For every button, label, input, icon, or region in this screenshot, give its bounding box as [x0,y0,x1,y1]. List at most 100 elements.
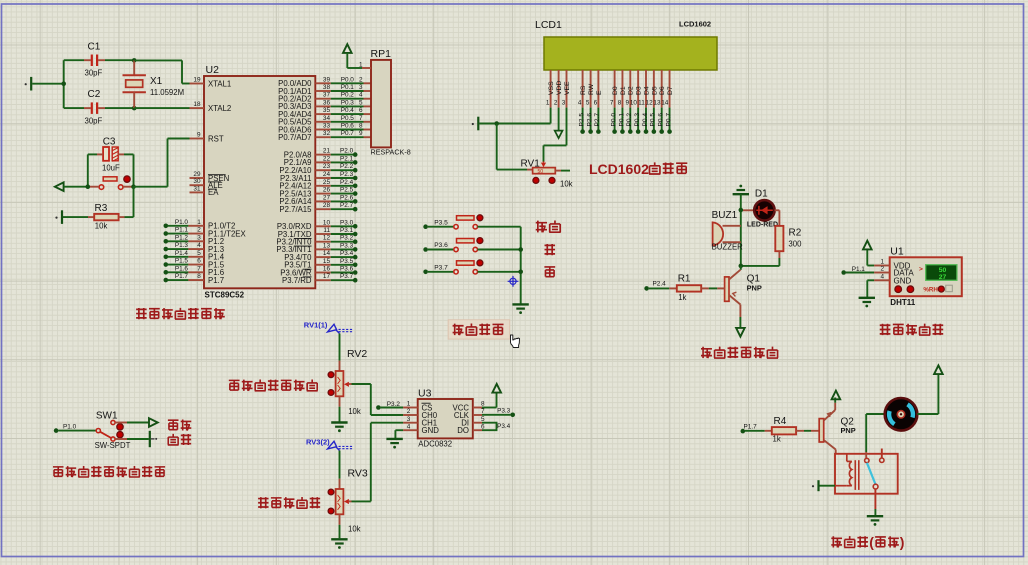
svg-text:X1: X1 [150,76,163,87]
svg-text:3: 3 [359,84,363,91]
svg-text:PNP: PNP [841,426,856,435]
svg-text:14: 14 [323,250,331,257]
svg-text:P3.6: P3.6 [434,242,448,249]
svg-text:ADC0832: ADC0832 [418,440,452,449]
svg-text:6: 6 [197,258,201,265]
svg-text:7: 7 [610,100,614,107]
svg-text:VDD: VDD [556,81,563,95]
svg-text:18: 18 [193,101,201,108]
svg-text:RV3(2): RV3(2) [306,438,330,447]
svg-text:P0.3: P0.3 [341,99,355,106]
svg-text:DHT11: DHT11 [890,298,915,307]
svg-text:P0.0: P0.0 [341,76,355,83]
svg-text:(: ( [869,534,874,550]
svg-text:P3.5: P3.5 [340,258,354,265]
svg-text:9: 9 [359,130,363,137]
svg-text:P2.0: P2.0 [340,148,354,155]
svg-text:4: 4 [197,242,201,249]
svg-text:11: 11 [638,100,645,107]
svg-text:RV1(1): RV1(1) [304,321,328,330]
svg-text:5: 5 [197,250,201,257]
svg-text:U2: U2 [206,64,220,76]
svg-text:D7: D7 [667,86,674,95]
svg-text:3: 3 [197,234,201,241]
svg-text:2: 2 [880,266,884,273]
svg-text:SW-SPDT: SW-SPDT [95,441,131,450]
svg-text:P3.2: P3.2 [340,235,354,242]
svg-text:P1.7: P1.7 [175,273,189,280]
svg-text:RV3: RV3 [348,468,368,480]
svg-text:27: 27 [323,194,331,201]
svg-text:P2.7: P2.7 [340,202,354,209]
svg-text:10: 10 [630,100,638,107]
svg-text:36: 36 [323,99,331,106]
svg-text:P3.1: P3.1 [340,227,354,234]
svg-text:P2.7: P2.7 [594,113,601,127]
svg-text:30pF: 30pF [85,69,103,78]
svg-text:30: 30 [193,178,201,185]
svg-text:1: 1 [880,259,884,266]
svg-text:37: 37 [323,92,331,99]
svg-text:13: 13 [653,100,661,107]
svg-text:U3: U3 [418,388,432,400]
svg-text:13: 13 [323,242,331,249]
svg-text:VEE: VEE [564,81,571,95]
svg-text:P0.5: P0.5 [341,115,355,122]
svg-text:2: 2 [407,408,411,415]
svg-text:D0: D0 [612,86,619,95]
svg-text:4: 4 [578,100,582,107]
svg-text:33: 33 [323,123,331,130]
svg-text:P0.6: P0.6 [341,123,355,130]
svg-text:12: 12 [323,235,331,242]
svg-text:P0.7: P0.7 [665,113,672,127]
svg-text:RW: RW [588,83,595,95]
svg-text:RV1: RV1 [521,159,541,170]
svg-text:P1.7: P1.7 [744,424,758,431]
svg-text:P2.1: P2.1 [340,155,354,162]
svg-text:25: 25 [323,179,331,186]
svg-text:9: 9 [197,132,201,139]
svg-text:RESPACK-8: RESPACK-8 [371,148,411,157]
svg-text:P1.4: P1.4 [175,250,189,257]
svg-text:P0.6: P0.6 [658,113,665,127]
svg-text:VSS: VSS [548,81,555,95]
svg-text:P0.7/AD7: P0.7/AD7 [278,133,311,142]
svg-text:P0.2: P0.2 [341,92,355,99]
svg-text:P3.3: P3.3 [340,242,354,249]
svg-text:RST: RST [208,134,224,143]
svg-text:1: 1 [359,62,363,69]
svg-text:28: 28 [323,202,331,209]
svg-text:26: 26 [323,187,331,194]
svg-text:P1.1: P1.1 [175,227,189,234]
svg-text:8: 8 [359,123,363,130]
svg-text:10k: 10k [95,222,108,231]
svg-text:C1: C1 [88,42,101,53]
svg-text:7: 7 [197,265,201,272]
svg-text:14: 14 [661,100,669,107]
svg-text:XTAL2: XTAL2 [208,104,231,113]
svg-text:5: 5 [359,99,363,106]
svg-text:27: 27 [939,274,947,281]
svg-text:LCD1602: LCD1602 [589,161,649,177]
svg-text:P2.6: P2.6 [340,194,354,201]
svg-text:P3.7/RD: P3.7/RD [282,276,312,285]
svg-text:11: 11 [323,227,330,234]
svg-text:P2.5: P2.5 [340,187,354,194]
svg-text:P3.5: P3.5 [434,219,448,226]
svg-text:LED-RED: LED-RED [747,222,778,229]
svg-text:RS: RS [580,85,587,95]
svg-text:15: 15 [323,258,331,265]
svg-text:LCD1: LCD1 [535,19,562,31]
svg-text:C2: C2 [88,89,101,100]
svg-text:D2: D2 [628,86,635,95]
svg-text:10: 10 [323,219,331,226]
svg-text:21: 21 [323,148,331,155]
svg-text:C3: C3 [103,137,116,148]
svg-text:39: 39 [323,76,331,83]
svg-text:1: 1 [407,401,411,408]
svg-text:4: 4 [880,273,884,280]
svg-text:P3.0: P3.0 [340,219,354,226]
svg-text:300: 300 [788,240,802,249]
svg-text:R3: R3 [95,203,108,214]
svg-text:7: 7 [359,115,363,122]
